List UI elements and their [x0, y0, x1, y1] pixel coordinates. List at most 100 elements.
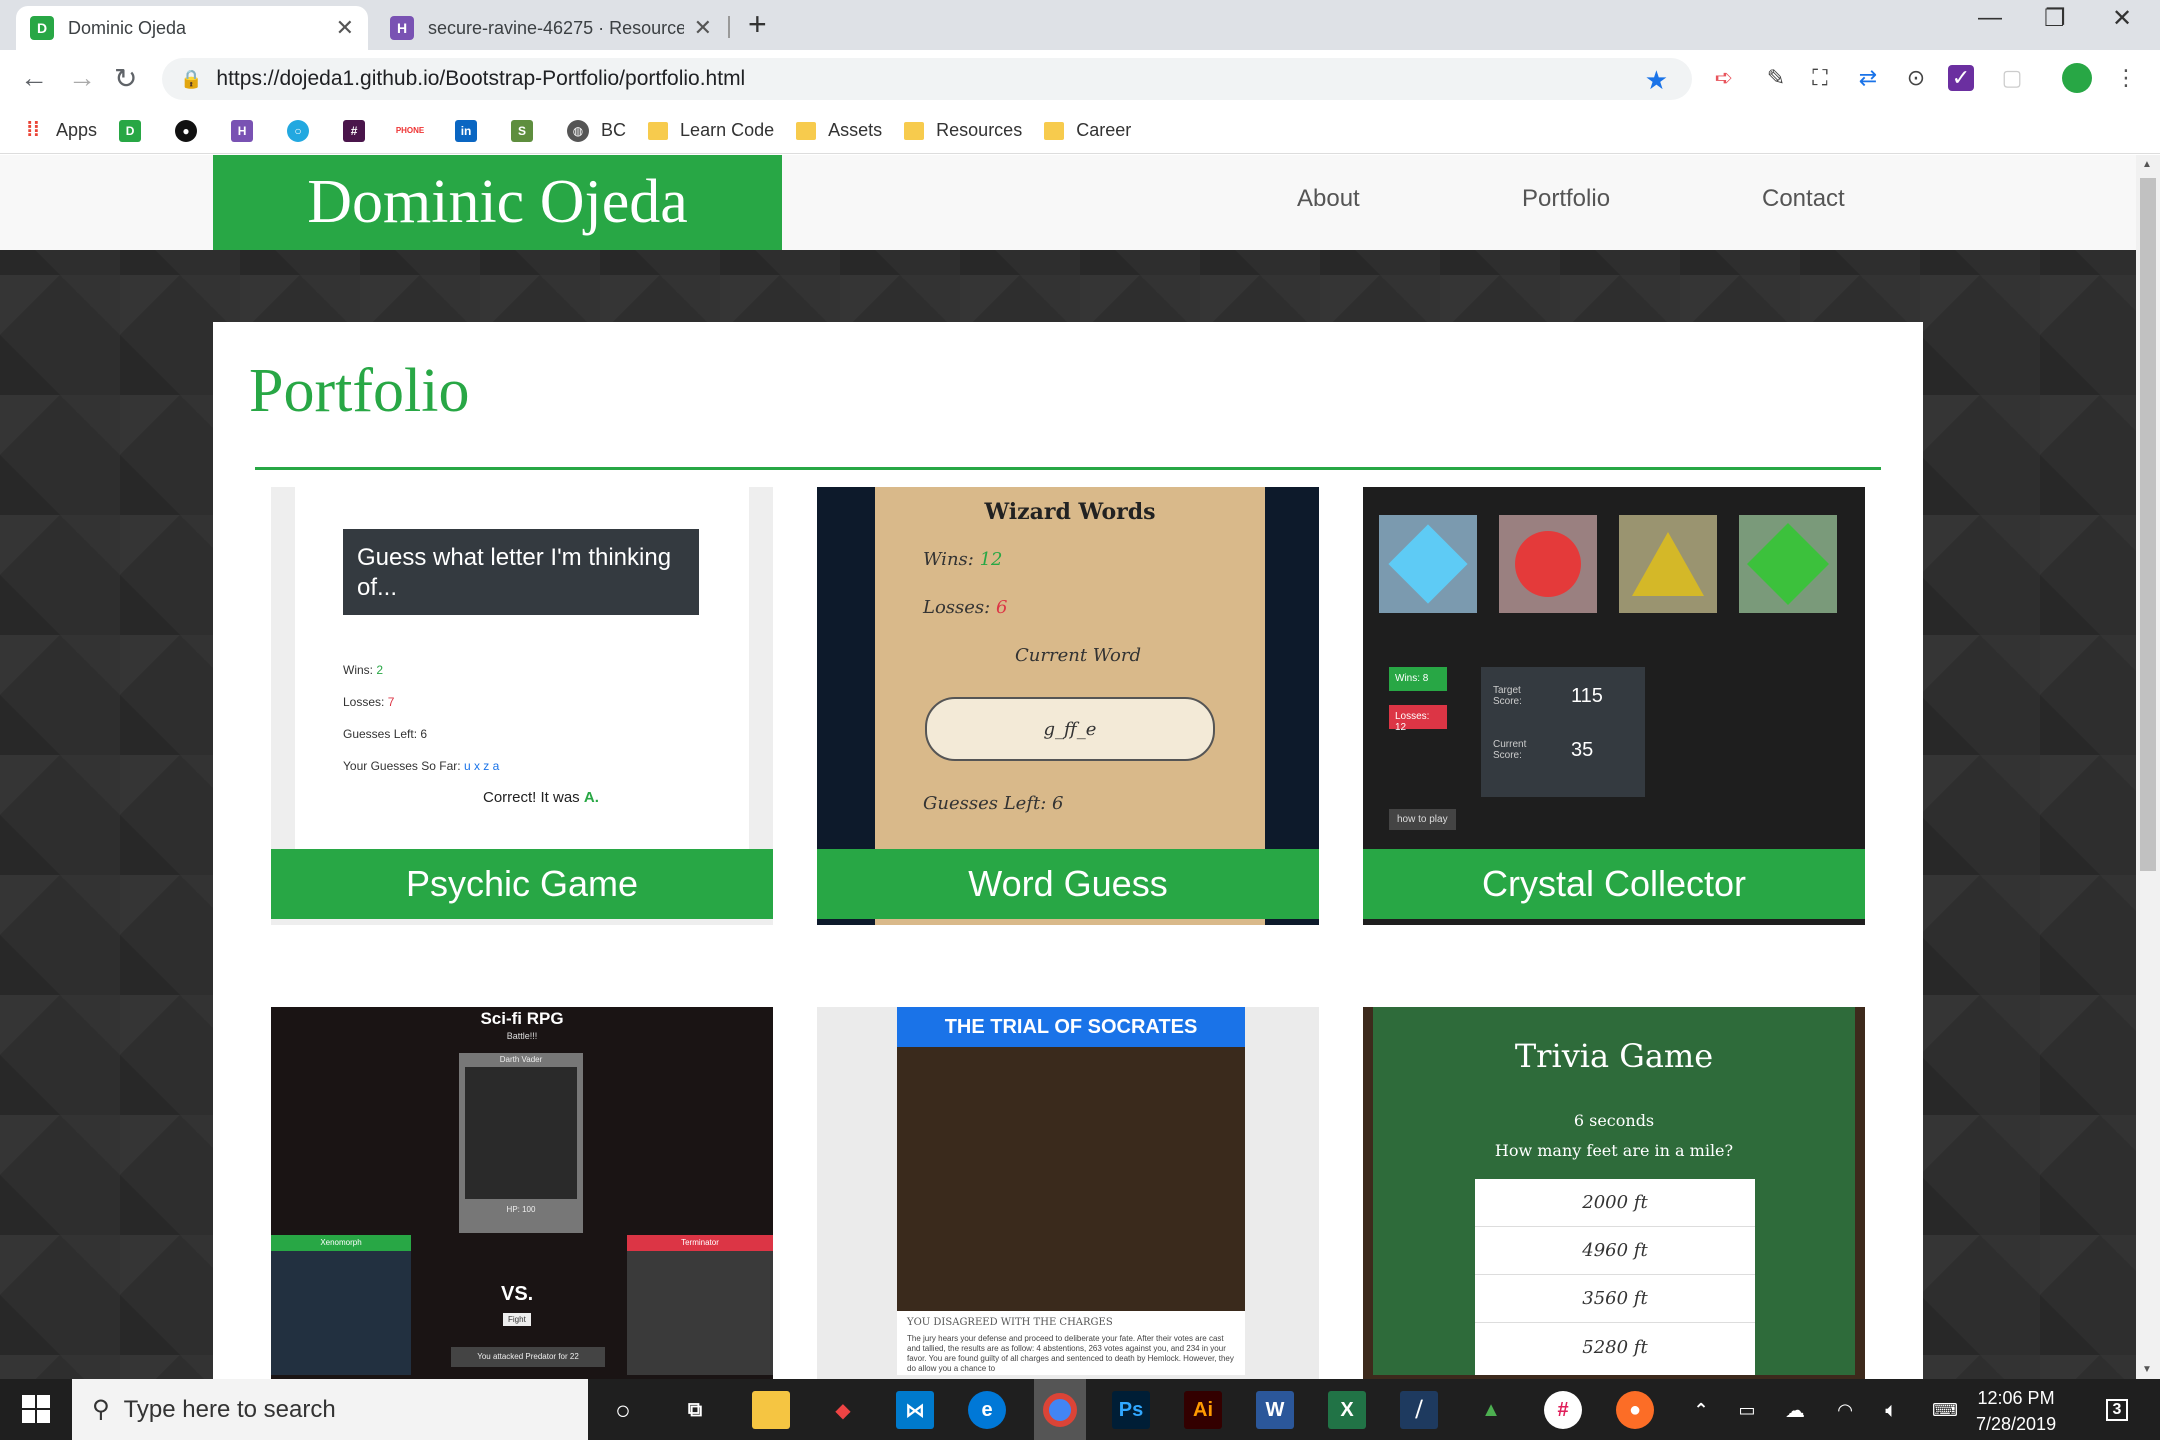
github-icon: ● — [175, 119, 198, 142]
extension-icon[interactable]: ▢ — [1996, 62, 2028, 94]
bookmark-bc[interactable]: ◍ BC — [567, 119, 626, 142]
bookmark-heroku[interactable]: H — [231, 119, 265, 142]
extension-icon[interactable]: ⊙ — [1900, 62, 1932, 94]
back-icon[interactable]: ← — [20, 62, 48, 94]
onedrive-icon[interactable]: ☁ — [1776, 1391, 1814, 1429]
scrollbar-thumb[interactable] — [2140, 178, 2156, 871]
bookmark-shopify[interactable]: S — [511, 119, 545, 142]
bookmark-apps[interactable]: ⁞⁞ Apps — [22, 119, 97, 142]
tab-title: Dominic Ojeda — [68, 17, 187, 38]
crystal-wins: Wins: 8 — [1389, 667, 1447, 691]
bookmark-resources[interactable]: Resources — [904, 120, 1022, 141]
app-icon[interactable]: ⧸ — [1400, 1391, 1438, 1429]
volume-icon[interactable]: 🔈︎ — [1872, 1391, 1910, 1429]
menu-icon[interactable]: ⋮ — [2110, 62, 2142, 94]
caption-crystal: Crystal Collector — [1363, 849, 1865, 919]
site-brand[interactable]: Dominic Ojeda — [213, 155, 782, 250]
photoshop-icon[interactable]: Ps — [1112, 1391, 1150, 1429]
taskbar-search[interactable]: ⚲ Type here to search — [72, 1379, 588, 1440]
slack-icon[interactable]: # — [1544, 1391, 1582, 1429]
bookmark-linkedin[interactable]: in — [455, 119, 489, 142]
bookmark-assets[interactable]: Assets — [796, 120, 882, 141]
folder-icon — [796, 121, 817, 140]
bookmark-phone[interactable]: PHONE — [396, 120, 433, 142]
extension-icon[interactable]: ➪ — [1708, 62, 1740, 94]
right-enemy-image — [627, 1251, 773, 1375]
socrates-body: The jury hears your defense and proceed … — [907, 1334, 1234, 1373]
vscode-icon[interactable]: ⋈ — [896, 1391, 934, 1429]
illustrator-icon[interactable]: Ai — [1184, 1391, 1222, 1429]
circle-icon: ○ — [287, 119, 310, 142]
bookmark-github[interactable]: ● — [175, 119, 209, 142]
battery-icon[interactable]: ▭ — [1728, 1391, 1766, 1429]
word-icon[interactable]: W — [1256, 1391, 1294, 1429]
bookmark-circle[interactable]: ○ — [287, 119, 321, 142]
keyboard-icon[interactable]: ⌨ — [1926, 1391, 1964, 1429]
chrome-active-icon[interactable] — [1034, 1379, 1086, 1440]
reload-icon[interactable]: ↻ — [114, 62, 137, 95]
scroll-up-icon[interactable]: ▲ — [2142, 159, 2152, 170]
close-tab-icon[interactable]: ✕ — [336, 15, 354, 41]
file-explorer-icon[interactable] — [752, 1391, 790, 1429]
slack-icon: # — [343, 119, 366, 142]
windows-start-icon[interactable] — [22, 1395, 50, 1423]
profile-avatar[interactable] — [2062, 63, 2092, 93]
lock-icon: 🔒 — [180, 68, 203, 89]
player-hp: HP: 100 — [506, 1205, 536, 1214]
forward-icon[interactable]: → — [68, 62, 96, 94]
psychic-title: Guess what letter I'm thinking of... — [343, 529, 699, 615]
project-scifi-rpg[interactable]: Sci-fi RPG Battle!!! Darth Vader HP: 100… — [271, 1007, 773, 1379]
project-trivia-game[interactable]: Trivia Game 6 seconds How many feet are … — [1363, 1007, 1865, 1379]
psychic-sofar: Your Guesses So Far: u x z a — [343, 759, 500, 773]
app-icon[interactable]: ▲ — [1472, 1391, 1510, 1429]
new-tab-icon[interactable]: + — [748, 6, 767, 43]
project-crystal-collector[interactable]: Wins: 8 Losses: 12 Target Score: 115 Cur… — [1363, 487, 1865, 925]
task-view-icon[interactable]: ⧉ — [676, 1391, 714, 1429]
wifi-icon[interactable]: ◠ — [1826, 1391, 1864, 1429]
portfolio-card: Portfolio Guess what letter I'm thinking… — [213, 322, 1923, 1379]
bookmark-star-icon[interactable]: ★ — [1645, 65, 1668, 96]
minimize-icon[interactable]: — — [1978, 4, 2002, 32]
close-window-icon[interactable]: ✕ — [2112, 4, 2132, 33]
excel-icon[interactable]: X — [1328, 1391, 1366, 1429]
tab-dominic-ojeda[interactable]: D Dominic Ojeda ✕ — [16, 6, 368, 50]
bookmark-site[interactable]: D — [119, 119, 153, 142]
bookmark-career[interactable]: Career — [1044, 120, 1131, 141]
nav-portfolio[interactable]: Portfolio — [1522, 185, 1610, 213]
trivia-title: Trivia Game — [1514, 1037, 1714, 1075]
cortana-icon[interactable]: ○ — [604, 1391, 642, 1429]
tab-resources[interactable]: H secure-ravine-46275 · Resources ✕ — [376, 6, 726, 50]
edge-icon[interactable]: e — [968, 1391, 1006, 1429]
git-icon[interactable]: ◆ — [824, 1391, 862, 1429]
caption-word-guess: Word Guess — [817, 849, 1319, 919]
folder-icon — [648, 121, 669, 140]
notifications-icon[interactable]: 3 — [2098, 1391, 2136, 1429]
apps-grid-icon: ⁞⁞ — [26, 119, 40, 141]
url-text: https://dojeda1.github.io/Bootstrap-Port… — [216, 67, 746, 90]
checkbox-extension-icon[interactable]: ✓ — [1948, 65, 1974, 91]
close-tab-icon[interactable]: ✕ — [694, 15, 712, 41]
trivia-answer: 2000 ft — [1475, 1179, 1755, 1227]
bookmark-learn-code[interactable]: Learn Code — [648, 120, 774, 141]
project-word-guess[interactable]: Wizard Words Wins: 12 Losses: 6 Current … — [817, 487, 1319, 925]
tab-divider — [728, 16, 730, 38]
address-bar[interactable]: 🔒 https://dojeda1.github.io/Bootstrap-Po… — [162, 58, 1692, 100]
extension-icon[interactable]: ⇄ — [1852, 62, 1884, 94]
nav-about[interactable]: About — [1297, 185, 1360, 213]
fight-button: Fight — [503, 1313, 531, 1326]
project-psychic-game[interactable]: Guess what letter I'm thinking of... Win… — [271, 487, 773, 925]
rpg-log: You attacked Predator for 22 — [451, 1347, 605, 1367]
tray-chevron-icon[interactable]: ⌃ — [1682, 1391, 1720, 1429]
screenshot-icon[interactable]: ⛶ — [1804, 62, 1836, 94]
taskbar-clock[interactable]: 12:06 PM 7/28/2019 — [1976, 1385, 2056, 1437]
site-icon: D — [119, 119, 142, 142]
extension-icon[interactable]: ✎ — [1760, 62, 1792, 94]
nav-contact[interactable]: Contact — [1762, 185, 1845, 213]
crystal-score-panel: Target Score: 115 Current Score: 35 — [1481, 667, 1645, 797]
word-current: Current Word — [1015, 645, 1142, 666]
project-trial-of-socrates[interactable]: THE TRIAL OF SOCRATES You disagreed with… — [817, 1007, 1319, 1379]
app-icon[interactable]: ● — [1616, 1391, 1654, 1429]
scroll-down-icon[interactable]: ▼ — [2142, 1364, 2152, 1375]
bookmark-slack[interactable]: # — [343, 119, 377, 142]
restore-icon[interactable]: ❐ — [2044, 4, 2066, 33]
